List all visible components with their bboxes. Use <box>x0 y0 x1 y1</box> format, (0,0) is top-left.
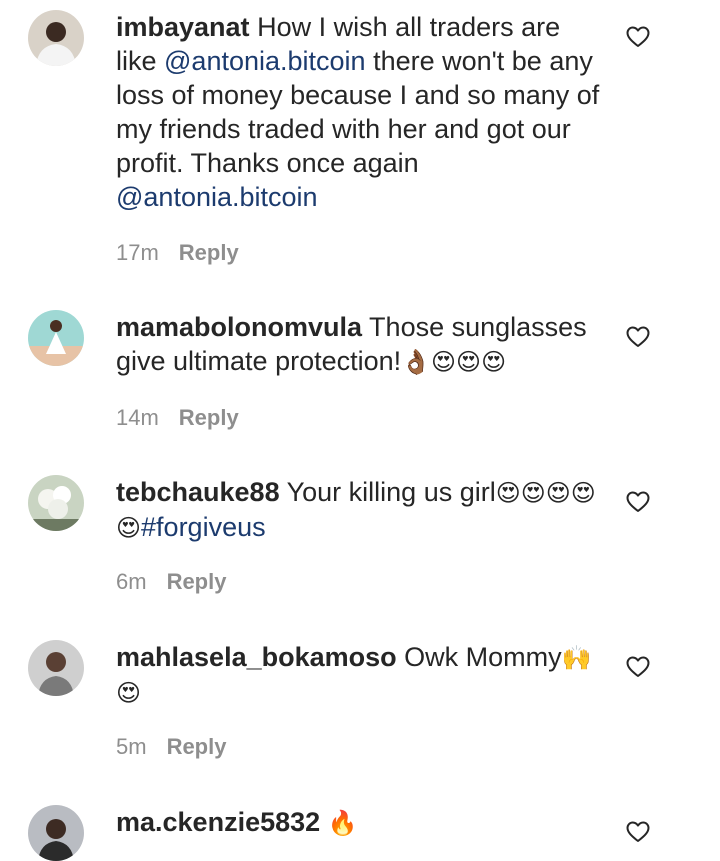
heart-outline-icon <box>626 326 650 347</box>
comment-username[interactable]: tebchauke88 <box>116 477 280 507</box>
emoji-text: 🔥 <box>327 809 358 837</box>
comment-time: 14m <box>116 405 159 430</box>
comment-text: ma.ckenzie5832 🔥 <box>116 805 606 840</box>
reply-button[interactable]: Reply <box>167 569 227 594</box>
emoji-text: 👌🏾😍😍😍 <box>401 348 507 376</box>
comment-text: tebchauke88 Your killing us girl😍😍😍😍😍#fo… <box>116 475 606 545</box>
comment-time: 5m <box>116 734 147 759</box>
heart-outline-icon <box>626 656 650 677</box>
like-button[interactable] <box>626 491 650 513</box>
reply-button[interactable]: Reply <box>167 734 227 759</box>
heart-outline-icon <box>626 491 650 512</box>
mention-link[interactable]: @antonia.bitcoin <box>164 46 366 76</box>
comment-text: imbayanat How I wish all traders are lik… <box>116 10 606 214</box>
heart-outline-icon <box>626 821 650 842</box>
mention-link[interactable]: @antonia.bitcoin <box>116 182 318 212</box>
comment-meta: 5m Reply <box>116 734 226 760</box>
avatar[interactable] <box>28 805 84 861</box>
comment-meta: 17m Reply <box>116 240 239 266</box>
comment-meta: 6m Reply <box>116 569 226 595</box>
comment-time: 17m <box>116 240 159 265</box>
reply-button[interactable]: Reply <box>179 240 239 265</box>
avatar[interactable] <box>28 475 84 531</box>
like-button[interactable] <box>626 821 650 843</box>
avatar[interactable] <box>28 310 84 366</box>
avatar[interactable] <box>28 10 84 66</box>
comment-username[interactable]: mamabolonomvula <box>116 312 362 342</box>
comment-username[interactable]: imbayanat <box>116 12 250 42</box>
comment-text: mahlasela_bokamoso Owk Mommy🙌😍 <box>116 640 606 710</box>
reply-button[interactable]: Reply <box>179 405 239 430</box>
comment-time: 6m <box>116 569 147 594</box>
heart-outline-icon <box>626 26 650 47</box>
comment-username[interactable]: ma.ckenzie5832 <box>116 807 320 837</box>
comment-username[interactable]: mahlasela_bokamoso <box>116 642 397 672</box>
like-button[interactable] <box>626 326 650 348</box>
like-button[interactable] <box>626 26 650 48</box>
comment-content: Owk Mommy <box>396 642 562 672</box>
comment-content: Your killing us girl <box>279 477 496 507</box>
comment-text: mamabolonomvula Those sunglasses give ul… <box>116 310 606 379</box>
like-button[interactable] <box>626 656 650 678</box>
hashtag-link[interactable]: #forgiveus <box>141 512 266 542</box>
avatar[interactable] <box>28 640 84 696</box>
comment-meta: 14m Reply <box>116 405 239 431</box>
